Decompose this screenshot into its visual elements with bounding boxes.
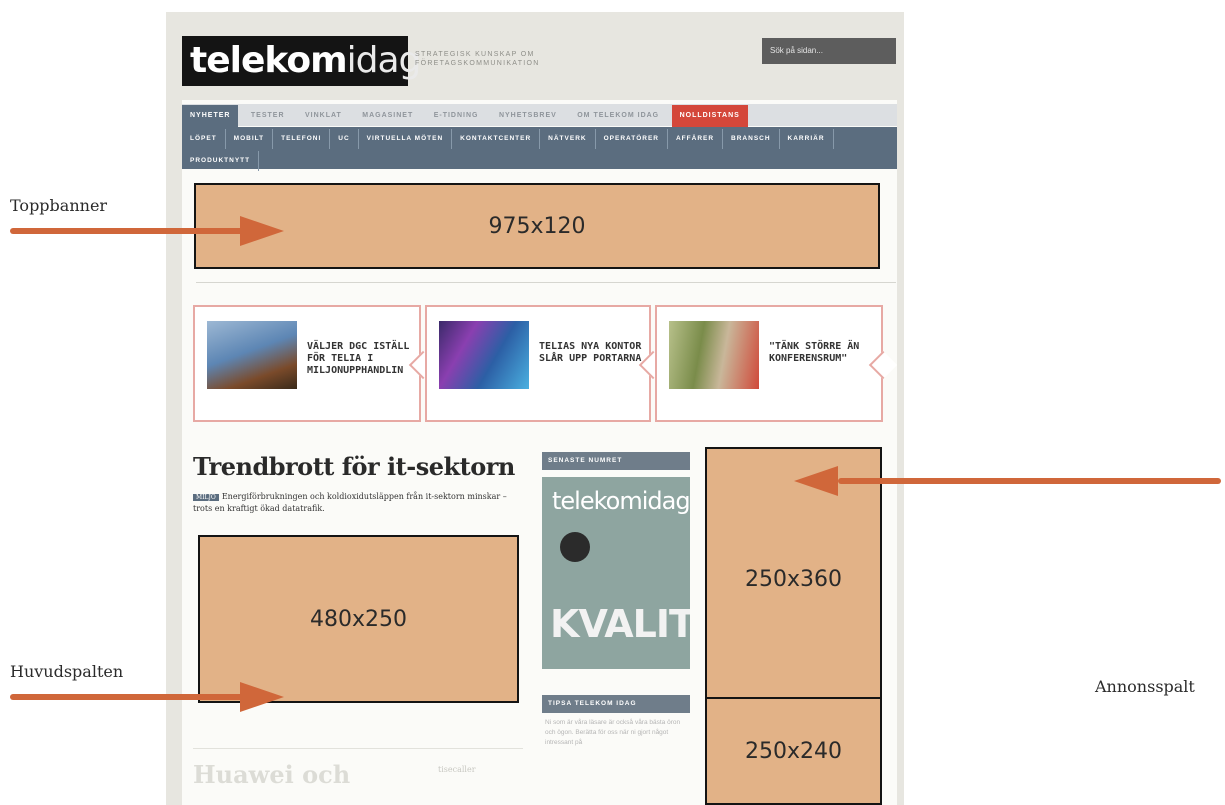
tip-text: Ni som är våra läsare är också våra bäst… — [545, 719, 681, 746]
subnav-item[interactable]: AFFÄRER — [668, 129, 724, 149]
next-article-meta: tisecaller — [438, 765, 476, 774]
next-article-headline[interactable]: Huawei och — [193, 760, 350, 789]
subnav-item[interactable]: KONTAKTCENTER — [452, 129, 541, 149]
annotation-top-banner: Toppbanner — [10, 196, 108, 215]
sub-navigation: LÖPET MOBILT TELEFONI UC VIRTUELLA MÖTEN KONT… — [182, 127, 897, 171]
article-headline[interactable]: Trendbrott för it-sektorn — [193, 452, 515, 481]
nav-item-vinklat[interactable]: VINKLAT — [297, 105, 350, 127]
teaser-text: "TÄNK STÖRRE ÄN KONFERENSRUM" — [769, 341, 860, 364]
teaser-image — [669, 321, 759, 389]
teaser-card[interactable]: "TÄNK STÖRRE ÄN KONFERENSRUM" — [655, 305, 883, 422]
nav-item-nolldistans[interactable]: NOLLDISTANS — [671, 105, 748, 127]
logo-bold-text: telekom — [190, 40, 348, 81]
article-lead: MILJÖ Energiförbrukningen och koldioxidut… — [193, 491, 523, 514]
magazine-cover[interactable]: telekomidag KVALITET — [542, 477, 690, 669]
search-input[interactable]: Sök på sidan... — [762, 38, 896, 64]
main-column-ad[interactable]: 480x250 — [198, 535, 519, 703]
latest-issue-header: SENASTE NUMRET — [542, 452, 690, 470]
cover-title: telekomidag — [552, 487, 690, 515]
teaser-text: VÄLJER DGC ISTÄLL FÖR TELIA I MILJONUPPH… — [307, 341, 410, 376]
teaser-image — [439, 321, 529, 389]
arrow-main-column — [10, 694, 250, 700]
article-tag[interactable]: MILJÖ — [193, 494, 219, 501]
tip-header: TIPSA TELEKOM IDAG — [542, 695, 690, 713]
logo-light-text: idag — [346, 40, 422, 81]
top-banner-ad[interactable]: 975x120 — [194, 183, 880, 269]
subnav-item[interactable]: BRANSCH — [723, 129, 780, 149]
arrow-left-icon — [794, 466, 838, 496]
cover-badge — [560, 532, 590, 562]
nav-item-nyhetsbrev[interactable]: NYHETSBREV — [491, 105, 565, 127]
arrow-top-banner — [10, 228, 250, 234]
subnav-item[interactable]: PRODUKTNYTT — [182, 151, 260, 171]
subnav-item[interactable]: UC — [330, 129, 359, 149]
site-tagline: STRATEGISK KUNSKAP OM FÖRETAGSKOMMUNIKAT… — [415, 51, 540, 67]
subnav-item[interactable]: TELEFONI — [273, 129, 331, 149]
annotation-ad-column: Annonsspalt — [1095, 677, 1195, 696]
arrow-ad-column — [838, 478, 1221, 484]
nav-item-magasinet[interactable]: MAGASINET — [354, 105, 421, 127]
banner-divider — [196, 282, 896, 283]
nav-item-nyheter[interactable]: NYHETER — [182, 105, 239, 127]
subnav-item[interactable]: KARRIÄR — [780, 129, 834, 149]
side-small-ad[interactable]: 250x240 — [705, 697, 882, 805]
nav-item-om-telekom-idag[interactable]: OM TELEKOM IDAG — [569, 105, 667, 127]
teaser-text: TELIAS NYA KONTOR SLÅR UPP PORTARNA — [539, 341, 642, 364]
subnav-item[interactable]: VIRTUELLA MÖTEN — [359, 129, 453, 149]
article-divider — [193, 748, 523, 749]
annotation-main-column: Huvudspalten — [10, 662, 124, 681]
teaser-image — [207, 321, 297, 389]
nav-item-e-tidning[interactable]: E-TIDNING — [426, 105, 487, 127]
subnav-item[interactable]: MOBILT — [226, 129, 274, 149]
top-navigation: NYHETER TESTER VINKLAT MAGASINET E-TIDNI… — [182, 104, 897, 127]
cover-headline: KVALITET — [550, 602, 690, 646]
subnav-item[interactable]: LÖPET — [182, 129, 226, 149]
subnav-item[interactable]: OPERATÖRER — [596, 129, 668, 149]
teaser-card[interactable]: VÄLJER DGC ISTÄLL FÖR TELIA I MILJONUPPH… — [193, 305, 421, 422]
teaser-card[interactable]: TELIAS NYA KONTOR SLÅR UPP PORTARNA — [425, 305, 651, 422]
site-logo[interactable]: telekomidag — [182, 36, 421, 86]
nav-item-tester[interactable]: TESTER — [243, 105, 293, 127]
arrow-right-icon — [240, 682, 284, 712]
arrow-right-icon — [240, 216, 284, 246]
article-lead-text: Energiförbrukningen och koldioxidutsläpp… — [193, 492, 507, 513]
subnav-item[interactable]: NÄTVERK — [540, 129, 596, 149]
